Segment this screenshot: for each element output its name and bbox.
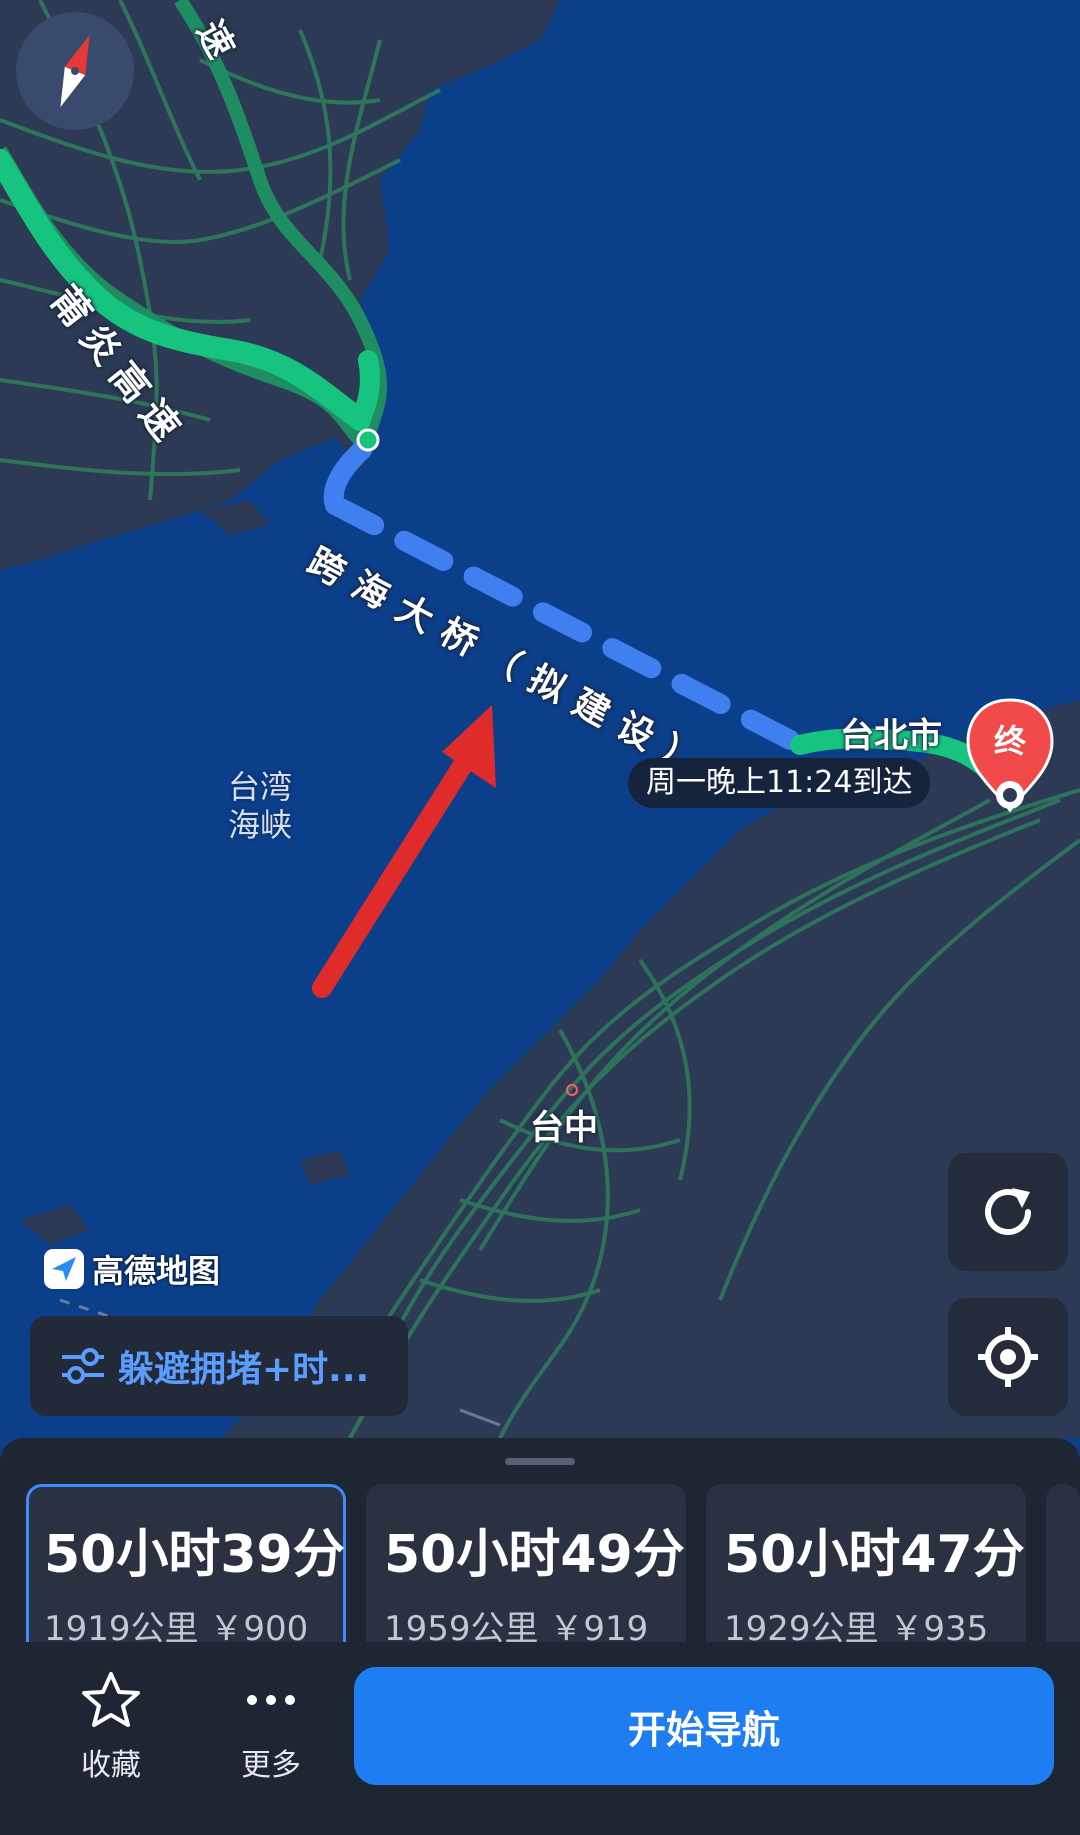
star-icon bbox=[82, 1672, 140, 1727]
action-bar: 收藏 更多 开始导航 bbox=[0, 1642, 1080, 1835]
amap-logo-text: 高德地图 bbox=[92, 1252, 221, 1290]
more-label: 更多 bbox=[241, 1748, 301, 1783]
favorite-button[interactable]: 收藏 bbox=[56, 1670, 166, 1784]
start-navigation-button[interactable]: 开始导航 bbox=[354, 1667, 1054, 1785]
destination-marker-label: 终 bbox=[993, 722, 1026, 760]
route-preference-button[interactable]: 躲避拥堵+时... bbox=[30, 1316, 408, 1416]
city-label-taichung[interactable]: 台中 bbox=[530, 1100, 598, 1149]
sliders-icon bbox=[62, 1348, 104, 1384]
amap-logo-icon bbox=[44, 1249, 84, 1289]
amap-logo: 高德地图 bbox=[44, 1246, 220, 1292]
refresh-button[interactable] bbox=[948, 1153, 1068, 1271]
favorite-label: 收藏 bbox=[81, 1748, 141, 1783]
compass-icon bbox=[60, 34, 90, 108]
locate-button[interactable] bbox=[948, 1298, 1068, 1416]
arrival-time-badge: 周一晚上11:24到达 bbox=[628, 758, 931, 808]
water-label-taiwan-strait: 台湾 海峡 bbox=[228, 768, 293, 844]
route-preference-label: 躲避拥堵+时... bbox=[118, 1349, 370, 1390]
more-button[interactable]: 更多 bbox=[216, 1670, 326, 1784]
locate-icon bbox=[978, 1327, 1038, 1387]
sheet-drag-handle[interactable] bbox=[505, 1458, 575, 1465]
refresh-icon bbox=[985, 1188, 1031, 1235]
route-duration: 50小时39分 bbox=[44, 1525, 345, 1585]
city-label-taipei[interactable]: 台北市 bbox=[840, 708, 942, 757]
route-duration: 50小时47分 bbox=[724, 1525, 1025, 1585]
route-duration: 50小时49分 bbox=[384, 1525, 685, 1585]
more-icon bbox=[247, 1695, 295, 1705]
compass-button[interactable] bbox=[16, 12, 134, 130]
